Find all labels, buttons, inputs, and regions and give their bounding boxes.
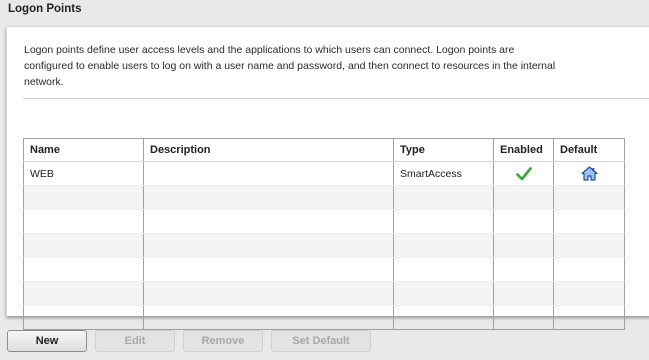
table-row[interactable]: WEB SmartAccess — [23, 161, 625, 186]
home-icon — [554, 166, 624, 181]
table-row-empty — [23, 257, 625, 282]
button-bar: New Edit Remove Set Default — [0, 318, 649, 360]
column-header-type[interactable]: Type — [393, 138, 494, 162]
content-panel: Logon points define user access levels a… — [6, 26, 649, 330]
cell-enabled — [493, 161, 554, 186]
new-button[interactable]: New — [7, 330, 87, 352]
divider — [23, 98, 649, 99]
cell-name: WEB — [23, 161, 144, 186]
description-text: Logon points define user access levels a… — [24, 44, 556, 88]
cell-description — [143, 161, 394, 186]
set-default-button[interactable]: Set Default — [271, 330, 371, 352]
column-header-enabled[interactable]: Enabled — [493, 138, 554, 162]
table-row-empty — [23, 233, 625, 258]
cell-type: SmartAccess — [393, 161, 494, 186]
table-row-empty — [23, 209, 625, 234]
column-header-description[interactable]: Description — [143, 138, 394, 162]
column-header-name[interactable]: Name — [23, 138, 144, 162]
logon-points-table: Name Description Type Enabled Default WE… — [23, 138, 625, 330]
title-bar: Logon Points — [0, 0, 649, 24]
table-row-empty — [23, 281, 625, 306]
table-header-row: Name Description Type Enabled Default — [23, 138, 625, 162]
table-row-empty — [23, 185, 625, 210]
page-title: Logon Points — [8, 3, 82, 15]
cell-default — [553, 161, 625, 186]
check-icon — [494, 166, 553, 181]
edit-button[interactable]: Edit — [95, 330, 175, 352]
column-header-default[interactable]: Default — [553, 138, 625, 162]
remove-button[interactable]: Remove — [183, 330, 263, 352]
